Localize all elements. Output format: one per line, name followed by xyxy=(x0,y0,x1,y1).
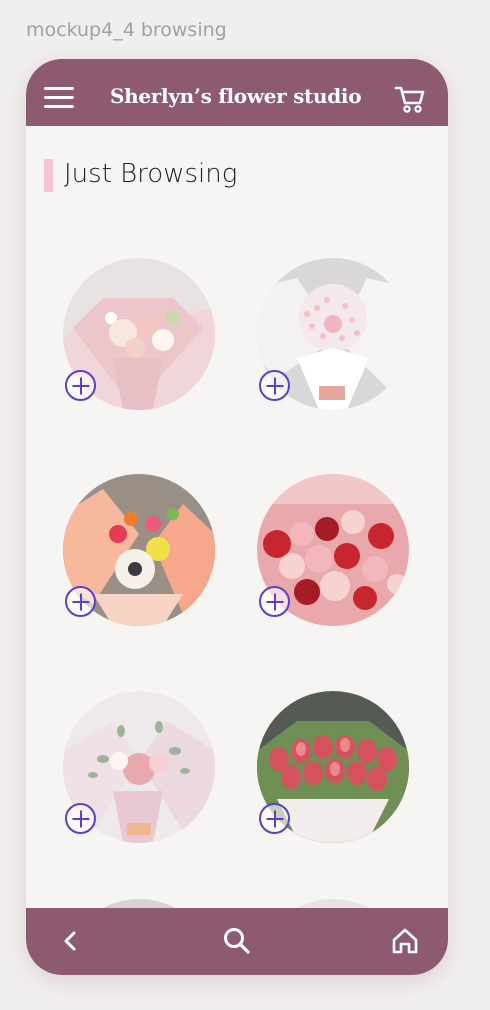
product-card[interactable] xyxy=(257,474,409,626)
add-to-cart-button[interactable] xyxy=(259,586,290,617)
product-card[interactable] xyxy=(257,691,409,843)
bottom-navigation xyxy=(26,908,448,975)
chevron-left-icon[interactable] xyxy=(54,924,88,958)
app-header: Sherlyn’s flower studio xyxy=(26,59,448,126)
hamburger-menu-icon[interactable] xyxy=(44,87,74,109)
add-to-cart-button[interactable] xyxy=(259,803,290,834)
home-icon[interactable] xyxy=(388,924,422,958)
phone-screen: Sherlyn’s flower studio Just Browsing xyxy=(26,59,448,975)
add-to-cart-button[interactable] xyxy=(259,370,290,401)
frame-label: mockup4_4 browsing xyxy=(26,19,227,41)
add-to-cart-button[interactable] xyxy=(65,803,96,834)
brand-title: Sherlyn’s flower studio xyxy=(110,84,362,108)
heading-accent-bar xyxy=(44,159,53,192)
add-to-cart-button[interactable] xyxy=(65,370,96,401)
product-card[interactable] xyxy=(63,258,215,410)
product-card[interactable] xyxy=(257,258,409,410)
add-to-cart-button[interactable] xyxy=(65,586,96,617)
shopping-cart-icon[interactable] xyxy=(394,84,426,114)
search-icon[interactable] xyxy=(220,924,254,958)
product-card[interactable] xyxy=(63,474,215,626)
product-card[interactable] xyxy=(63,691,215,843)
page-title: Just Browsing xyxy=(64,159,238,189)
